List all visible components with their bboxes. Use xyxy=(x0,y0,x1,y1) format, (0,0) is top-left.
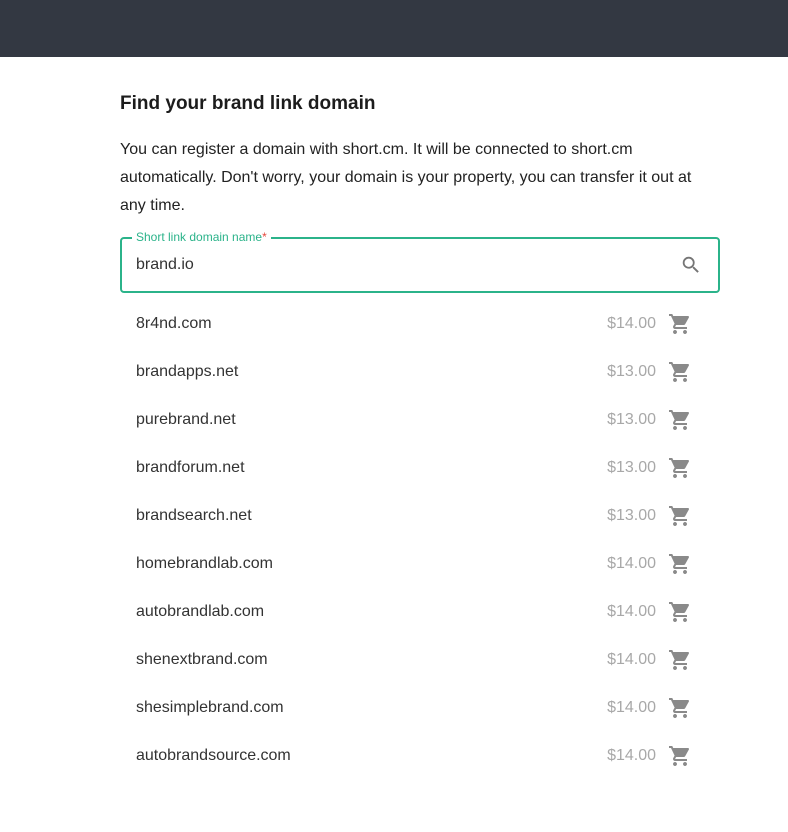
cart-icon[interactable] xyxy=(668,648,692,672)
domain-price: $14.00 xyxy=(607,603,656,620)
cart-icon[interactable] xyxy=(668,312,692,336)
domain-price: $13.00 xyxy=(607,411,656,428)
domain-result-row[interactable]: homebrandlab.com $14.00 xyxy=(120,540,720,588)
cart-icon[interactable] xyxy=(668,360,692,384)
page-description: You can register a domain with short.cm.… xyxy=(120,141,692,214)
domain-price: $13.00 xyxy=(607,507,656,524)
domain-result-row[interactable]: shesimplebrand.com $14.00 xyxy=(120,684,720,732)
domain-price: $14.00 xyxy=(607,555,656,572)
domain-name: brandapps.net xyxy=(136,363,239,380)
cart-icon[interactable] xyxy=(668,408,692,432)
domain-search-input[interactable] xyxy=(136,239,656,291)
domain-search-field: Short link domain name* xyxy=(120,229,720,293)
domain-name: autobrandsource.com xyxy=(136,747,291,764)
domain-name: brandforum.net xyxy=(136,459,245,476)
domain-result-row[interactable]: autobrandsource.com $14.00 xyxy=(120,732,720,780)
domain-name: purebrand.net xyxy=(136,411,236,428)
page-title: Find your brand link domain xyxy=(120,93,376,114)
cart-icon[interactable] xyxy=(668,456,692,480)
domain-price: $14.00 xyxy=(607,699,656,716)
cart-icon[interactable] xyxy=(668,696,692,720)
search-icon[interactable] xyxy=(680,254,702,276)
domain-result-row[interactable]: purebrand.net $13.00 xyxy=(120,396,720,444)
cart-icon[interactable] xyxy=(668,600,692,624)
domain-name: homebrandlab.com xyxy=(136,555,273,572)
domain-price: $13.00 xyxy=(607,459,656,476)
domain-result-row[interactable]: autobrandlab.com $14.00 xyxy=(120,588,720,636)
domain-result-row[interactable]: brandforum.net $13.00 xyxy=(120,444,720,492)
domain-price: $14.00 xyxy=(607,651,656,668)
cart-icon[interactable] xyxy=(668,744,692,768)
domain-name: 8r4nd.com xyxy=(136,315,212,332)
domain-result-row[interactable]: brandsearch.net $13.00 xyxy=(120,492,720,540)
domain-result-row[interactable]: brandapps.net $13.00 xyxy=(120,348,720,396)
domain-name: autobrandlab.com xyxy=(136,603,265,620)
domain-price: $13.00 xyxy=(607,363,656,380)
top-header-bar xyxy=(0,0,788,57)
domain-price: $14.00 xyxy=(607,315,656,332)
domain-price: $14.00 xyxy=(607,747,656,764)
domain-name: shenextbrand.com xyxy=(136,651,268,668)
cart-icon[interactable] xyxy=(668,552,692,576)
domain-result-row[interactable]: shenextbrand.com $14.00 xyxy=(120,636,720,684)
domain-result-row[interactable]: 8r4nd.com $14.00 xyxy=(120,300,720,348)
domain-results-list: 8r4nd.com $14.00 brandapps.net $13.00 purebr… xyxy=(120,300,720,780)
cart-icon[interactable] xyxy=(668,504,692,528)
domain-name: brandsearch.net xyxy=(136,507,252,524)
domain-name: shesimplebrand.com xyxy=(136,699,284,716)
